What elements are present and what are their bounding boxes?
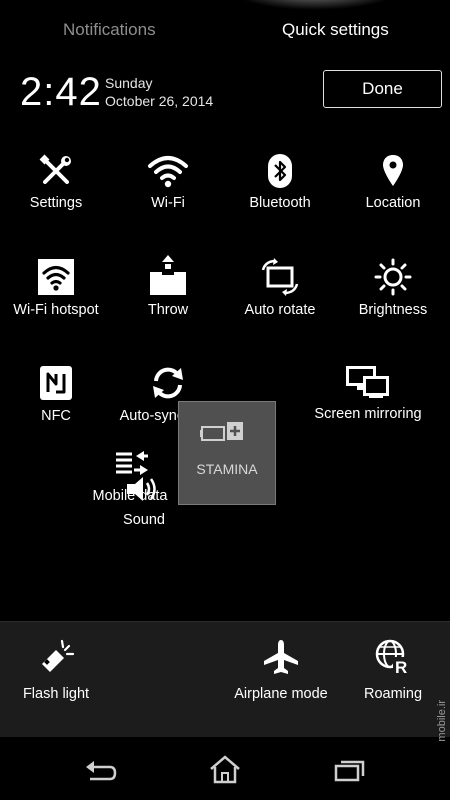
- nfc-icon: [40, 366, 72, 400]
- wrench-screwdriver-icon: [39, 154, 71, 184]
- tile-flash-light[interactable]: Flash light: [1, 638, 111, 702]
- tile-bluetooth[interactable]: Bluetooth: [225, 153, 335, 211]
- brightness-icon: [374, 258, 412, 296]
- roaming-globe-icon: R: [375, 639, 411, 676]
- tile-stamina[interactable]: STAMINA: [178, 401, 276, 505]
- auto-rotate-icon: [261, 258, 299, 296]
- tile-settings-label: Settings: [29, 195, 83, 211]
- clock-time: 2:42: [20, 70, 102, 114]
- battery-plus-icon: [200, 422, 243, 441]
- tile-brightness-label: Brightness: [358, 302, 428, 318]
- location-pin-icon: [383, 155, 403, 186]
- back-icon[interactable]: [84, 759, 118, 783]
- bottom-toggle-panel: Flash light Airplane mode R Roaming: [0, 621, 450, 737]
- tile-wifi-hotspot[interactable]: Wi-Fi hotspot: [1, 258, 111, 318]
- tile-roaming[interactable]: R Roaming: [338, 638, 448, 702]
- tile-nfc[interactable]: NFC: [1, 364, 111, 424]
- done-button[interactable]: Done: [323, 70, 442, 108]
- clock-day: Sunday: [105, 75, 153, 91]
- tile-settings[interactable]: Settings: [1, 153, 111, 211]
- clock-date: Sunday October 26, 2014: [105, 74, 213, 110]
- tile-throw-label: Throw: [147, 302, 189, 318]
- speaker-icon: [127, 477, 156, 501]
- clock-full-date: October 26, 2014: [105, 93, 214, 109]
- throw-icon: [150, 255, 186, 295]
- tile-airplane-mode-label: Airplane mode: [234, 686, 328, 702]
- tile-bluetooth-label: Bluetooth: [249, 195, 311, 211]
- tile-flash-light-label: Flash light: [22, 686, 90, 702]
- navigation-bar: [0, 740, 450, 800]
- tile-nfc-label: NFC: [41, 408, 71, 424]
- tile-wifi-hotspot-label: Wi-Fi hotspot: [13, 302, 99, 318]
- tile-throw[interactable]: Throw: [113, 254, 223, 318]
- tab-highlight: [230, 0, 400, 10]
- tile-stamina-label: STAMINA: [196, 461, 258, 477]
- tile-brightness[interactable]: Brightness: [338, 258, 448, 318]
- tile-location-label: Location: [365, 195, 421, 211]
- sync-icon: [153, 367, 183, 399]
- wifi-icon: [148, 156, 188, 188]
- tab-quick-settings[interactable]: Quick settings: [282, 20, 389, 40]
- watermark: mobile.ir: [436, 700, 448, 742]
- tile-screen-mirroring[interactable]: Screen mirroring: [313, 364, 423, 422]
- tile-screen-mirroring-label: Screen mirroring: [314, 406, 422, 422]
- wifi-hotspot-icon: [38, 259, 74, 295]
- tile-location[interactable]: Location: [338, 153, 448, 211]
- tile-airplane-mode[interactable]: Airplane mode: [226, 638, 336, 702]
- flashlight-icon: [42, 639, 75, 672]
- tile-wifi-label: Wi-Fi: [151, 195, 185, 211]
- bluetooth-icon: [268, 154, 292, 188]
- svg-text:R: R: [395, 658, 407, 676]
- tile-auto-rotate-label: Auto rotate: [244, 302, 316, 318]
- tile-auto-rotate[interactable]: Auto rotate: [225, 258, 335, 318]
- airplane-icon: [264, 640, 298, 674]
- tab-notifications[interactable]: Notifications: [63, 20, 156, 40]
- tile-roaming-label: Roaming: [363, 686, 423, 702]
- tile-sound-label: Sound: [123, 512, 165, 528]
- tile-wifi[interactable]: Wi-Fi: [113, 153, 223, 211]
- home-icon[interactable]: [208, 755, 242, 785]
- recents-icon[interactable]: [334, 758, 366, 782]
- screen-mirroring-icon: [346, 366, 389, 398]
